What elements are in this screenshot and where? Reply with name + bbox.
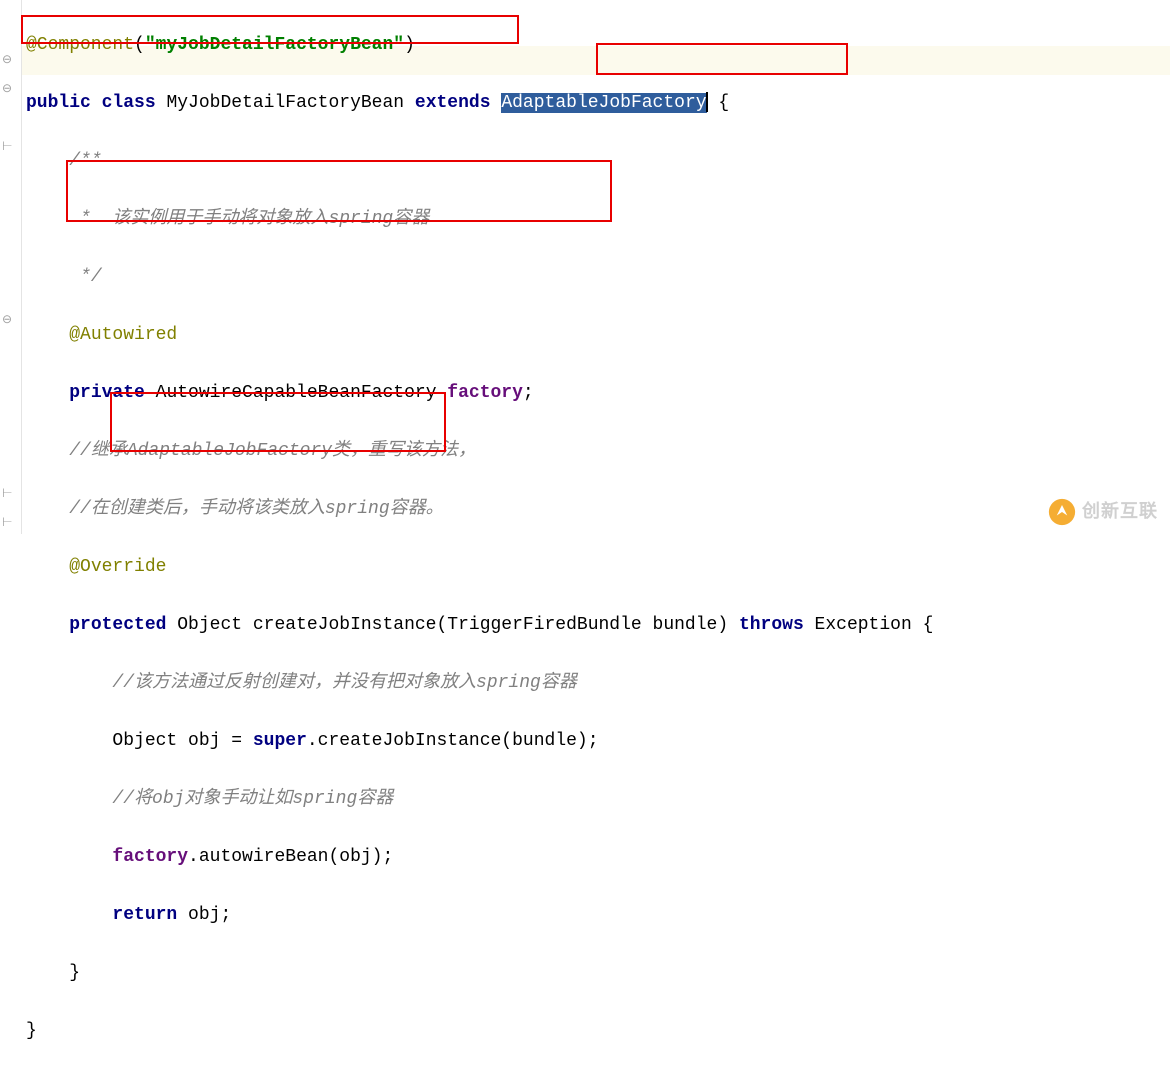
code-line: public class MyJobDetailFactoryBean exte… — [26, 89, 933, 118]
selected-text: AdaptableJobFactory — [501, 93, 706, 113]
collapse-icon[interactable]: ⊖ — [2, 54, 12, 66]
code-line: factory.autowireBean(obj); — [26, 843, 933, 872]
code-line: //该方法通过反射创建对，并没有把对象放入spring容器 — [26, 669, 933, 698]
code-editor-content[interactable]: @Component("myJobDetailFactoryBean") pub… — [26, 2, 933, 1068]
watermark: 创新互联 — [1048, 497, 1158, 526]
editor-gutter: ⊖ ⊖ ⊢ ⊖ ⊢ ⊢ — [0, 0, 22, 534]
code-line: protected Object createJobInstance(Trigg… — [26, 611, 933, 640]
collapse-icon[interactable]: ⊖ — [2, 314, 12, 326]
code-line: //在创建类后，手动将该类放入spring容器。 — [26, 495, 933, 524]
code-line: //将obj对象手动让如spring容器 — [26, 785, 933, 814]
watermark-icon — [1048, 498, 1076, 526]
code-line: } — [26, 1017, 933, 1046]
code-line: @Component("myJobDetailFactoryBean") — [26, 31, 933, 60]
collapse-end-icon[interactable]: ⊢ — [2, 141, 12, 153]
collapse-end-icon[interactable]: ⊢ — [2, 488, 12, 500]
code-line: * 该实例用于手动将对象放入spring容器 — [26, 205, 933, 234]
code-line: @Autowired — [26, 321, 933, 350]
collapse-icon[interactable]: ⊖ — [2, 83, 12, 95]
code-line: */ — [26, 263, 933, 292]
code-line: Object obj = super.createJobInstance(bun… — [26, 727, 933, 756]
code-line: } — [26, 959, 933, 988]
code-line: @Override — [26, 553, 933, 582]
code-line: return obj; — [26, 901, 933, 930]
code-line: /** — [26, 147, 933, 176]
code-line: private AutowireCapableBeanFactory facto… — [26, 379, 933, 408]
watermark-text: 创新互联 — [1082, 497, 1158, 526]
collapse-end-icon[interactable]: ⊢ — [2, 517, 12, 529]
code-line: //继承AdaptableJobFactory类，重写该方法， — [26, 437, 933, 466]
